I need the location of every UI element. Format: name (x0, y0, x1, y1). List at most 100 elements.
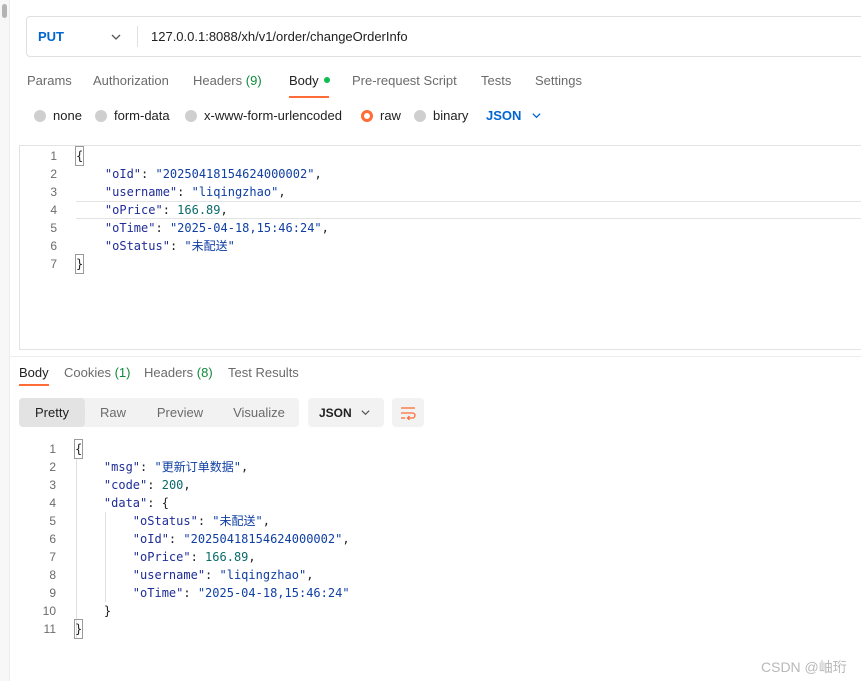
open-brace: { (74, 146, 85, 166)
radio-label: raw (380, 108, 401, 123)
json-key: "oTime" (132, 586, 184, 600)
left-scrollbar[interactable] (0, 0, 10, 681)
tab-label: Authorization (93, 73, 169, 88)
line-number: 2 (49, 460, 56, 474)
tab-count: (8) (196, 365, 213, 380)
separator: , (321, 221, 329, 235)
tab-label: Body (19, 365, 49, 380)
tab-body[interactable]: Body (289, 73, 330, 88)
response-format-select[interactable]: JSON (308, 398, 384, 427)
tab-authorization[interactable]: Authorization (93, 73, 169, 88)
response-format-label: JSON (319, 405, 352, 420)
pane-divider[interactable] (10, 356, 861, 357)
separator: , (278, 185, 286, 199)
view-visualize[interactable]: Visualize (219, 398, 299, 427)
method-select[interactable]: PUT (27, 17, 137, 56)
radio-binary[interactable]: binary (414, 108, 468, 123)
view-pretty[interactable]: Pretty (19, 398, 85, 427)
scrollbar-thumb[interactable] (2, 4, 7, 18)
tab-label: Headers (144, 365, 194, 380)
tab-label: Headers (193, 73, 243, 88)
line-number: 6 (50, 239, 57, 253)
radio-x-www-form-urlencoded[interactable]: x-www-form-urlencoded (185, 108, 342, 123)
raw-format-label: JSON (486, 108, 522, 123)
separator: , (342, 532, 350, 546)
tab-label: Test Results (228, 365, 299, 380)
tab-count: (9) (245, 73, 262, 88)
json-value: 200 (161, 478, 184, 492)
json-value: "liqingzhao" (219, 568, 307, 582)
json-key: "code" (103, 478, 148, 492)
tab-label: Tests (481, 73, 512, 88)
json-value: 166.89 (177, 203, 221, 217)
json-value: "20250418154624000002" (155, 167, 315, 181)
tab-cookies[interactable]: Cookies (1) (64, 365, 130, 380)
close-brace: } (74, 254, 85, 274)
json-value: "2025-04-18,15:46:24" (197, 586, 350, 600)
separator: , (248, 550, 256, 564)
tab-headers[interactable]: Headers (9) (193, 73, 262, 88)
json-key: "oStatus" (132, 514, 198, 528)
separator: , (220, 203, 228, 217)
json-value: 166.89 (205, 550, 249, 564)
json-key: "oStatus" (104, 239, 170, 253)
request-url-bar: PUT 127.0.0.1:8088/xh/v1/order/changeOrd… (26, 16, 861, 57)
json-key: "oId" (104, 167, 142, 181)
json-key: "username" (132, 568, 206, 582)
radio-label: x-www-form-urlencoded (204, 108, 342, 123)
tab-params[interactable]: Params (27, 73, 72, 88)
separator: , (262, 514, 270, 528)
wrap-lines-button[interactable] (392, 398, 424, 427)
view-raw[interactable]: Raw (85, 398, 141, 427)
line-number: 1 (49, 442, 56, 456)
json-value: "未配送" (212, 514, 263, 528)
active-tab-underline (19, 384, 49, 386)
line-number: 7 (50, 257, 57, 271)
line-number: 11 (43, 622, 56, 636)
line-number: 10 (42, 604, 56, 618)
tab-label: Body (289, 73, 319, 88)
tab-response-headers[interactable]: Headers (8) (144, 365, 213, 380)
json-key: "oId" (132, 532, 169, 546)
radio-label: binary (433, 108, 469, 123)
radio-label: form-data (114, 108, 170, 123)
close-brace: } (73, 619, 84, 639)
radio-raw[interactable]: raw (361, 108, 401, 123)
radio-form-data[interactable]: form-data (95, 108, 170, 123)
wrap-lines-icon (401, 406, 416, 420)
separator: , (314, 167, 322, 181)
line-number: 4 (49, 496, 56, 510)
url-input[interactable]: 127.0.0.1:8088/xh/v1/order/changeOrderIn… (151, 17, 408, 56)
response-body-viewer[interactable]: 1{ 2 "msg": "更新订单数据", 3 "code": 200, 4 "… (19, 439, 861, 639)
json-value: "liqingzhao" (191, 185, 279, 199)
tab-count: (1) (114, 365, 131, 380)
watermark: CSDN @岫珩 (761, 659, 847, 675)
radio-dot (95, 109, 107, 122)
json-value: "2025-04-18,15:46:24" (169, 221, 322, 235)
json-key: "oPrice" (104, 203, 163, 217)
chevron-down-icon (111, 34, 121, 40)
line-number: 3 (49, 478, 56, 492)
radio-dot (185, 109, 197, 122)
radio-none[interactable]: none (34, 108, 82, 123)
tab-response-body[interactable]: Body (19, 365, 49, 380)
tab-settings[interactable]: Settings (535, 73, 582, 88)
tab-tests[interactable]: Tests (481, 73, 511, 88)
json-key: "data" (103, 496, 148, 510)
radio-dot (34, 109, 46, 122)
line-number: 3 (50, 185, 57, 199)
tab-test-results[interactable]: Test Results (228, 365, 299, 380)
raw-format-select[interactable]: JSON (486, 108, 542, 123)
active-tab-underline (289, 96, 329, 98)
close-brace: } (103, 604, 112, 618)
separator: , (306, 568, 314, 582)
line-number: 2 (50, 167, 57, 181)
radio-dot (414, 109, 426, 122)
request-body-editor[interactable]: 1{ 2 "oId": "20250418154624000002", 3 "u… (19, 145, 861, 350)
modified-dot (323, 77, 330, 83)
line-number: 6 (49, 532, 56, 546)
tab-pre-request-script[interactable]: Pre-request Script (352, 73, 457, 88)
line-number: 5 (49, 514, 56, 528)
view-preview[interactable]: Preview (141, 398, 219, 427)
radio-label: none (53, 108, 82, 123)
